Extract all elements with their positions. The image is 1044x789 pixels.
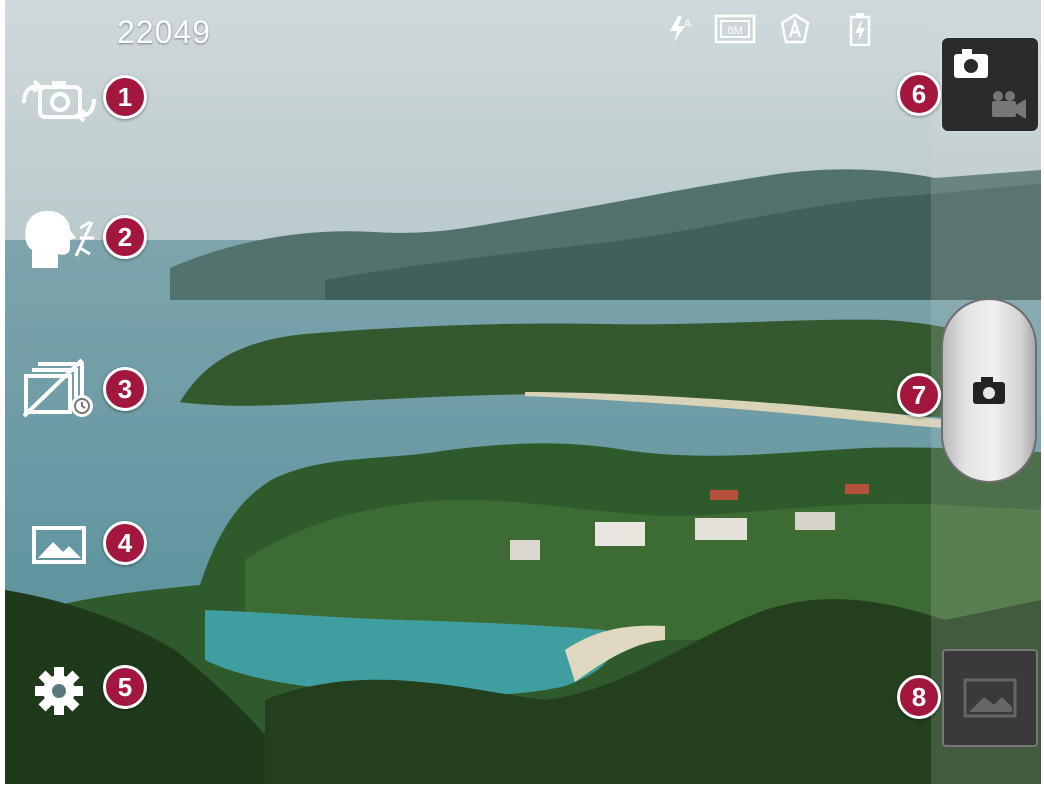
camera-viewfinder[interactable]: 22049 A 8M 1 2 3 4 5 6 7 8 bbox=[5, 0, 1041, 784]
resolution-8m-icon: 8M bbox=[714, 12, 756, 46]
flash-auto-icon: A bbox=[665, 12, 695, 46]
time-machine-icon[interactable] bbox=[20, 358, 98, 420]
camera-icon bbox=[973, 376, 1005, 404]
viewfinder-scene bbox=[5, 0, 1041, 784]
camera-mode-icon bbox=[954, 49, 988, 78]
gallery-image-icon bbox=[963, 678, 1017, 718]
callout-badge-7: 7 bbox=[897, 373, 941, 417]
battery-charging-icon bbox=[845, 12, 875, 46]
callout-badge-4: 4 bbox=[103, 521, 147, 565]
shutter-button[interactable] bbox=[941, 298, 1037, 483]
video-mode-icon bbox=[992, 91, 1026, 119]
swap-camera-icon[interactable] bbox=[20, 70, 98, 132]
cheese-shutter-icon[interactable] bbox=[20, 208, 98, 270]
callout-badge-1: 1 bbox=[103, 75, 147, 119]
settings-gear-icon[interactable] bbox=[20, 660, 98, 722]
callout-badge-5: 5 bbox=[103, 665, 147, 709]
callout-badge-2: 2 bbox=[103, 215, 147, 259]
scene-mode-icon[interactable] bbox=[20, 514, 98, 576]
callout-badge-8: 8 bbox=[897, 675, 941, 719]
flash-mode-letter: A bbox=[684, 18, 692, 30]
callout-badge-3: 3 bbox=[103, 367, 147, 411]
scene-auto-icon bbox=[777, 12, 813, 46]
gallery-thumbnail[interactable] bbox=[942, 649, 1038, 747]
camera-video-mode-switch[interactable] bbox=[942, 38, 1038, 131]
remaining-shots-count: 22049 bbox=[117, 14, 211, 50]
resolution-label: 8M bbox=[727, 25, 742, 37]
callout-badge-6: 6 bbox=[897, 72, 941, 116]
